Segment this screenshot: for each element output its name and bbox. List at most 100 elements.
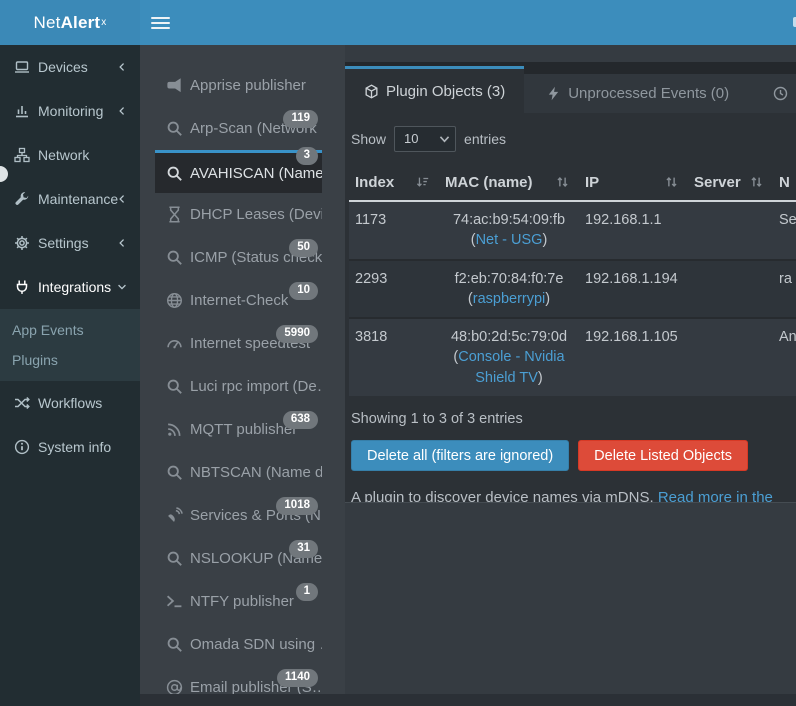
plugin-item-apprise-publisher[interactable]: Apprise publisher: [155, 64, 322, 107]
delete-all-button[interactable]: Delete all (filters are ignored): [351, 440, 569, 471]
badge-count: 5990: [276, 325, 318, 343]
plugin-item-label: DHCP Leases (Devic…: [190, 206, 322, 223]
plugin-objects-table: Index MAC (name) IP Server: [349, 164, 796, 396]
sidebar-item-workflows[interactable]: Workflows: [0, 381, 140, 425]
plugin-item-ntfy-publisher[interactable]: NTFY publisher 1: [155, 580, 322, 623]
action-buttons-row: Delete all (filters are ignored) Delete …: [349, 440, 792, 471]
submenu-item-plugins[interactable]: Plugins: [0, 345, 140, 375]
plugin-item-label: Omada SDN using …: [190, 636, 322, 653]
plugin-item-label: NTFY publisher: [190, 593, 294, 610]
plugin-item-omada-sdn[interactable]: Omada SDN using …: [155, 623, 322, 666]
info-icon: [13, 439, 31, 455]
plugin-item-dhcp-leases[interactable]: DHCP Leases (Devic…: [155, 193, 322, 236]
main-content: Plugin Objects (3) Unprocessed Events (0…: [345, 45, 796, 706]
plugin-item-services-ports[interactable]: Services & Ports (N… 1018: [155, 494, 322, 537]
sidebar-item-label: Settings: [38, 235, 89, 251]
sidebar-item-label: Integrations: [38, 279, 111, 295]
paren-close: ): [545, 291, 550, 307]
hourglass-icon: [166, 206, 183, 223]
sidebar-item-devices[interactable]: Devices: [0, 45, 140, 89]
plug-icon: [13, 279, 31, 295]
device-name-link[interactable]: Net - USG: [476, 232, 543, 248]
mac-address: 74:ac:b9:54:09:fb: [453, 212, 565, 228]
plugin-item-nslookup[interactable]: NSLOOKUP (Name … 31: [155, 537, 322, 580]
search-icon: [166, 165, 183, 182]
sidebar-item-label: Monitoring: [38, 103, 103, 119]
device-name-link[interactable]: raspberrypi: [473, 291, 546, 307]
plugin-item-icmp[interactable]: ICMP (Status check) 50: [155, 236, 322, 279]
plugin-item-internet-speedtest[interactable]: Internet speedtest 5990: [155, 322, 322, 365]
sidebar-item-label: Maintenance: [38, 191, 118, 207]
server-cell: [688, 201, 773, 260]
show-label: Show: [351, 131, 386, 147]
plugin-description: A plugin to discover device names via mD…: [349, 489, 792, 503]
delete-listed-button[interactable]: Delete Listed Objects: [578, 440, 748, 471]
bullhorn-icon: [166, 77, 183, 94]
plugin-item-arp-scan[interactable]: Arp-Scan (Network … 119: [155, 107, 322, 150]
show-entries-select[interactable]: 10: [394, 126, 456, 152]
hamburger-menu-icon[interactable]: [151, 13, 170, 32]
ip-cell: 192.168.1.194: [579, 260, 688, 319]
plugin-item-nbtscan[interactable]: NBTSCAN (Name di…: [155, 451, 322, 494]
plugin-item-internet-check[interactable]: Internet-Check 10: [155, 279, 322, 322]
sidebar-item-label: Workflows: [38, 395, 102, 411]
brand-prefix: Net: [34, 13, 61, 33]
rss-icon: [166, 421, 183, 438]
column-label: N: [779, 174, 790, 191]
brand-sup: x: [101, 17, 106, 28]
column-header-name[interactable]: N: [773, 164, 796, 201]
name-cell: Se: [773, 201, 796, 260]
network-icon: [13, 147, 31, 163]
badge-count: 31: [289, 540, 318, 558]
tab-plugin-objects[interactable]: Plugin Objects (3): [345, 66, 524, 113]
search-icon: [166, 550, 183, 567]
device-name-link[interactable]: Console - Nvidia Shield TV: [458, 349, 564, 385]
table-row: 2293 f2:eb:70:84:f0:7e (raspberrypi) 192…: [349, 260, 796, 319]
show-entries-value: 10: [404, 131, 418, 146]
column-label: Server: [694, 174, 741, 191]
tab-events-history[interactable]: Events History (6): [751, 74, 796, 113]
chevron-down-icon: [439, 135, 450, 144]
column-header-server[interactable]: Server: [688, 164, 773, 201]
sidebar-item-settings[interactable]: Settings: [0, 221, 140, 265]
column-header-mac[interactable]: MAC (name): [439, 164, 579, 201]
brand-bold: Alert: [61, 13, 101, 33]
laptop-icon: [13, 59, 31, 75]
badge-count: 119: [283, 110, 318, 128]
badge-count: 1140: [277, 669, 318, 687]
paren-close: ): [542, 232, 547, 248]
tab-label: Plugin Objects (3): [386, 83, 505, 100]
table-row: 3818 48:b0:2d:5c:79:0d (Console - Nvidia…: [349, 318, 796, 396]
index-cell: 2293: [349, 260, 439, 319]
plugin-item-label: AVAHISCAN (Name …: [190, 165, 322, 182]
bolt-icon: [546, 86, 561, 101]
submenu-item-app-events[interactable]: App Events: [0, 315, 140, 345]
globe-icon: [166, 292, 183, 309]
column-header-ip[interactable]: IP: [579, 164, 688, 201]
search-icon: [166, 464, 183, 481]
brand-logo[interactable]: NetAlertx: [0, 0, 140, 45]
table-summary: Showing 1 to 3 of 3 entries: [349, 411, 792, 427]
plugin-item-luci-rpc-import[interactable]: Luci rpc import (De…: [155, 365, 322, 408]
sidebar-item-system-info[interactable]: System info: [0, 425, 140, 469]
sidebar-item-network[interactable]: Network: [0, 133, 140, 177]
entries-label: entries: [464, 131, 506, 147]
sort-both-icon: [555, 175, 570, 189]
plugin-item-mqtt-publisher[interactable]: MQTT publisher 638: [155, 408, 322, 451]
badge-count: 3: [296, 147, 318, 165]
plugin-item-avahiscan[interactable]: AVAHISCAN (Name … 3: [155, 150, 322, 193]
sort-ascending-icon: [415, 175, 430, 189]
chart-icon: [13, 103, 31, 119]
sidebar-item-maintenance[interactable]: Maintenance: [0, 177, 140, 221]
bottom-strip: [140, 694, 796, 706]
column-header-index[interactable]: Index: [349, 164, 439, 201]
sidebar-item-monitoring[interactable]: Monitoring: [0, 89, 140, 133]
badge-count: 50: [289, 239, 318, 257]
integrations-submenu: App Events Plugins: [0, 309, 140, 381]
sidebar-item-integrations[interactable]: Integrations: [0, 265, 140, 309]
gauge-icon: [166, 335, 183, 352]
sort-both-icon: [664, 175, 679, 189]
submenu-item-label: Plugins: [12, 352, 58, 368]
tab-unprocessed-events[interactable]: Unprocessed Events (0): [524, 74, 751, 113]
plugin-item-label: Apprise publisher: [190, 77, 306, 94]
